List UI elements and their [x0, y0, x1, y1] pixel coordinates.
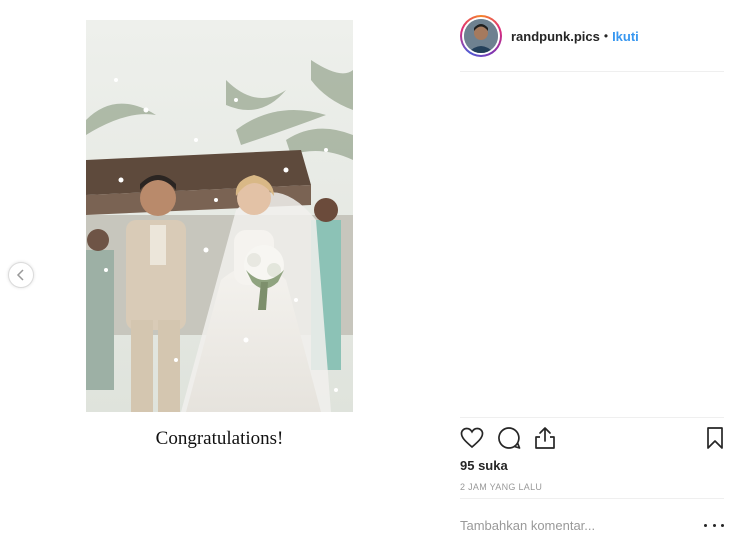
separator-dot: •	[603, 29, 609, 43]
story-ring[interactable]	[460, 15, 502, 57]
actions-divider	[460, 417, 724, 418]
more-options-icon	[704, 523, 707, 527]
chevron-left-icon	[16, 269, 24, 281]
share-button[interactable]	[531, 424, 559, 452]
post-details-panel: randpunk.pics • Ikuti 95 suka 2 JAM YANG…	[460, 0, 724, 550]
bookmark-icon	[707, 427, 723, 449]
post-viewer: Congratulations! randpunk.pics • Ikuti 9…	[0, 0, 744, 550]
photo-caption: Congratulations!	[155, 428, 284, 449]
action-bar	[460, 424, 724, 454]
post-timestamp[interactable]: 2 JAM YANG LALU	[460, 482, 542, 492]
save-button[interactable]	[701, 424, 729, 452]
wedding-photo[interactable]	[86, 20, 353, 412]
follow-button[interactable]: Ikuti	[612, 29, 639, 44]
username-link[interactable]: randpunk.pics	[511, 29, 600, 44]
comment-divider	[460, 498, 724, 499]
previous-post-button[interactable]	[8, 262, 34, 288]
header-divider	[460, 71, 724, 72]
post-media-panel: Congratulations!	[0, 0, 440, 550]
share-icon	[535, 427, 555, 449]
avatar-image	[464, 19, 498, 53]
likes-count[interactable]: 95 suka	[460, 458, 508, 473]
post-header: randpunk.pics • Ikuti	[460, 14, 724, 58]
wedding-photo-image	[86, 20, 353, 412]
more-options-button[interactable]	[704, 518, 724, 532]
comment-input[interactable]	[460, 517, 690, 533]
comment-bubble-icon	[498, 427, 521, 449]
comment-section	[460, 510, 724, 540]
like-button[interactable]	[458, 424, 486, 452]
heart-icon	[460, 427, 484, 449]
avatar	[464, 19, 498, 53]
comment-button[interactable]	[495, 424, 523, 452]
